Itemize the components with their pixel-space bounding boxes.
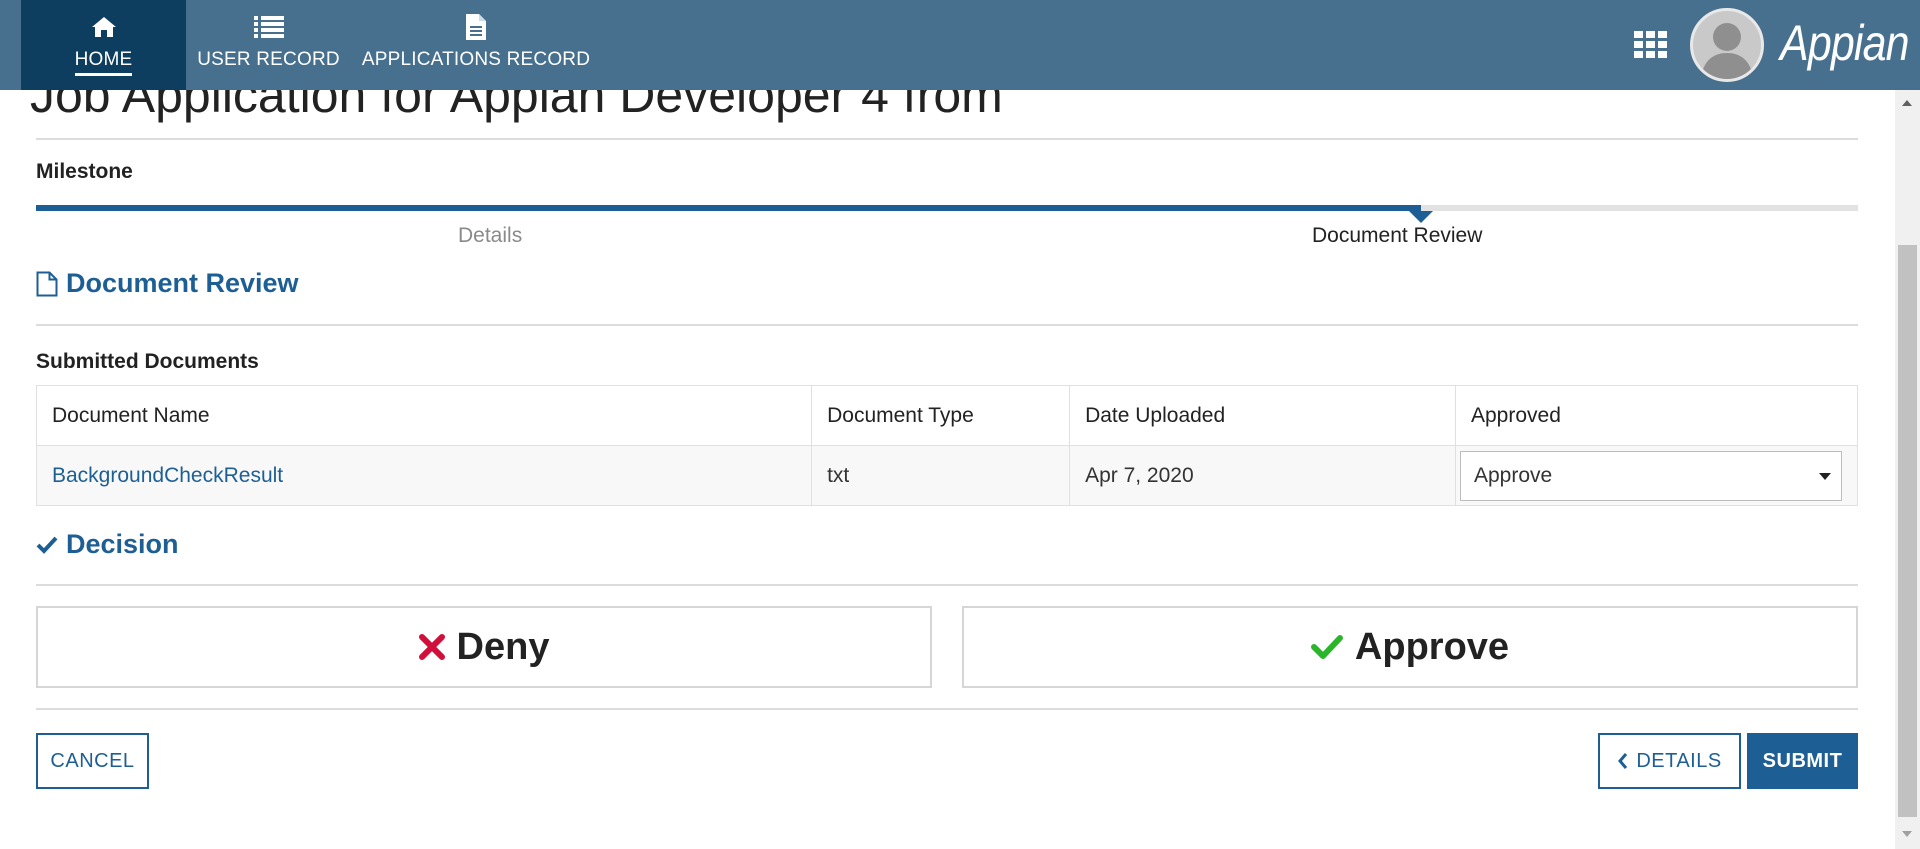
milestone-label: Milestone bbox=[36, 160, 133, 183]
approve-label: Approve bbox=[1354, 625, 1510, 668]
milestone-step-document-review: Document Review bbox=[1312, 224, 1483, 247]
submitted-documents-table: Document Name Document Type Date Uploade… bbox=[35, 385, 1858, 506]
approved-cell: Approve bbox=[1455, 445, 1858, 506]
document-type-cell: txt bbox=[811, 445, 1071, 506]
nav-tab-applications-record-label: APPLICATIONS RECORD bbox=[361, 49, 591, 70]
nav-tab-home-label: HOME bbox=[74, 49, 133, 76]
form-footer-divider bbox=[36, 708, 1858, 710]
file-icon bbox=[36, 271, 58, 297]
approval-dropdown[interactable]: Approve bbox=[1460, 450, 1842, 501]
submit-label: SUBMIT bbox=[1762, 749, 1843, 772]
deny-button[interactable]: Deny bbox=[36, 606, 932, 688]
column-header-document-name[interactable]: Document Name bbox=[35, 385, 813, 446]
check-icon bbox=[36, 535, 58, 555]
column-header-document-type[interactable]: Document Type bbox=[811, 385, 1071, 446]
home-icon bbox=[90, 14, 118, 40]
decision-section-title: Decision bbox=[36, 529, 179, 560]
nav-tab-applications-record[interactable]: APPLICATIONS RECORD bbox=[360, 0, 592, 90]
document-review-section-title: Document Review bbox=[36, 268, 299, 299]
column-header-date-uploaded[interactable]: Date Uploaded bbox=[1069, 385, 1456, 446]
nav-tab-home[interactable]: HOME bbox=[21, 0, 186, 90]
cancel-label: CANCEL bbox=[50, 749, 135, 772]
title-divider bbox=[36, 138, 1858, 140]
document-review-title-text: Document Review bbox=[66, 268, 299, 298]
document-name-cell: BackgroundCheckResult bbox=[35, 445, 813, 506]
deny-label: Deny bbox=[456, 625, 550, 668]
approval-dropdown-value: Approve bbox=[1474, 463, 1553, 487]
milestone-progress-bar bbox=[36, 205, 1858, 223]
nav-tab-user-record-label: USER RECORD bbox=[197, 49, 340, 70]
document-link[interactable]: BackgroundCheckResult bbox=[52, 464, 283, 487]
cancel-button[interactable]: CANCEL bbox=[36, 733, 149, 789]
document-icon bbox=[464, 14, 488, 40]
milestone-progress-fill bbox=[36, 205, 1421, 211]
apps-grid-icon[interactable] bbox=[1634, 31, 1668, 59]
chevron-down-icon bbox=[1819, 472, 1831, 480]
chevron-left-icon bbox=[1617, 752, 1628, 770]
submit-button[interactable]: SUBMIT bbox=[1747, 733, 1858, 789]
appian-logo: Appian bbox=[1780, 15, 1910, 71]
decision-divider bbox=[36, 584, 1858, 586]
decision-title-text: Decision bbox=[66, 529, 179, 559]
nav-tab-user-record[interactable]: USER RECORD bbox=[196, 0, 341, 90]
document-review-divider bbox=[36, 324, 1858, 326]
table-row: BackgroundCheckResult txt Apr 7, 2020 Ap… bbox=[35, 445, 1858, 506]
details-button[interactable]: DETAILS bbox=[1598, 733, 1741, 789]
scroll-down-arrow-icon[interactable] bbox=[1902, 831, 1912, 837]
milestone-current-marker bbox=[1409, 211, 1433, 223]
date-uploaded-cell: Apr 7, 2020 bbox=[1069, 445, 1456, 506]
milestone-step-details[interactable]: Details bbox=[458, 224, 522, 248]
user-avatar-icon[interactable] bbox=[1690, 8, 1764, 82]
approve-button[interactable]: Approve bbox=[962, 606, 1858, 688]
scrollbar-thumb[interactable] bbox=[1898, 245, 1917, 817]
submitted-documents-label: Submitted Documents bbox=[36, 350, 259, 373]
table-header-row: Document Name Document Type Date Uploade… bbox=[35, 385, 1858, 446]
details-label: DETAILS bbox=[1636, 749, 1722, 772]
close-icon bbox=[418, 634, 445, 660]
scroll-up-arrow-icon[interactable] bbox=[1902, 100, 1912, 106]
checkmark-icon bbox=[1310, 634, 1343, 660]
vertical-scrollbar[interactable] bbox=[1895, 90, 1920, 849]
column-header-approved[interactable]: Approved bbox=[1455, 385, 1858, 446]
list-icon bbox=[253, 14, 285, 40]
top-navigation-bar: HOME USER RECORD APPLICATIONS RECORD App… bbox=[0, 0, 1920, 90]
